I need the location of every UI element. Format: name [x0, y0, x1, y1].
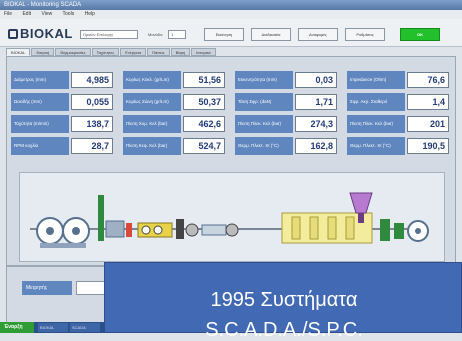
- menu-bar: File Edit View Tools Help: [0, 10, 462, 19]
- logo-mark-icon: [8, 29, 18, 39]
- reading-melt-pressure: Πίεση Χυμ. Κελ (bar) 462,6: [123, 115, 229, 133]
- menu-item-tools[interactable]: Tools: [63, 11, 75, 17]
- reading-value: 190,5: [407, 138, 449, 154]
- reading-label: RPM κοχλία: [11, 137, 69, 155]
- reading-eccentricity: Εκκεντρότητα (mm) 0,03: [235, 71, 341, 89]
- reading-label: Ταχύτητα (m/min): [11, 115, 69, 133]
- reports-button[interactable]: Αναφορές: [298, 28, 338, 41]
- tab-input[interactable]: Εισροή: [31, 48, 55, 56]
- reading-speed: Ταχύτητα (m/min) 138,7: [11, 115, 117, 133]
- reading-label: Πίεση Κεφ. Κελ (bar): [123, 137, 181, 155]
- reading-label: Θερμ. Πλεκτ. ΧΙ (°C): [235, 137, 293, 155]
- tab-pressures[interactable]: Πιέσεις: [146, 48, 170, 56]
- reading-value: 50,37: [183, 94, 225, 110]
- tab-temperatures[interactable]: Θερμοκρασίες: [55, 48, 91, 56]
- takeup-icon: [380, 219, 429, 242]
- menu-item-file[interactable]: File: [4, 11, 12, 17]
- reading-main-cycle: Κυρίως Κύκλ. (gr/Lm) 51,56: [123, 71, 229, 89]
- reading-head-pressure: Πίεση Κεφ. Κελ (bar) 524,7: [123, 137, 229, 155]
- reading-value: 462,6: [183, 116, 225, 132]
- app-logo: BIOKAL: [8, 26, 73, 41]
- tab-biokal[interactable]: BIOKAL: [6, 48, 31, 56]
- capstan-icon: [137, 222, 173, 238]
- tab-strip: BIOKAL Εισροή Θερμοκρασίες Ταχύτητες Ενέργει…: [6, 48, 217, 56]
- reading-ovality: Ωοειδής (mm) 0,055: [11, 93, 117, 111]
- caption-overlay: 1995 Συστήματα S.C.A.D.A./S.P.C.: [104, 262, 462, 341]
- reading-braid-pressure: Πίεση Πλεκ. Κελ (bar) 274,3: [235, 115, 341, 133]
- window-titlebar: BIOKAL - Monitoring SCADA: [0, 0, 462, 10]
- reading-label: Διάμετρος (mm): [11, 71, 69, 89]
- reading-value: 201: [407, 116, 449, 132]
- reading-braid-temp: Θερμ. Πλεκτ. ΧΙ (°C) 162,8: [235, 137, 341, 155]
- caption-line-1: 1995 Συστήματα: [210, 289, 358, 311]
- tab-speeds[interactable]: Ταχύτητες: [91, 48, 120, 56]
- reading-label: Σφρ. Ακρ. Σταθερό: [347, 93, 405, 111]
- reading-label: Εκκεντρότητα (mm): [235, 71, 293, 89]
- reading-value: 138,7: [71, 116, 113, 132]
- reading-braid-temp-2: Θερμ. Πλεκτ. ΧΙ (°C) 190,5: [347, 137, 453, 155]
- reading-label: Τάση Σφρ. (daN): [235, 93, 293, 111]
- taskbar-item[interactable]: SCADA: [70, 323, 100, 332]
- caption-line-2: S.C.A.D.A./S.P.C.: [205, 319, 363, 341]
- counter-field[interactable]: [76, 281, 106, 295]
- reading-label: Πίεση Πλεκ. Κελ (bar): [347, 115, 405, 133]
- reading-label: Πίεση Πλεκ. Κελ (bar): [235, 115, 293, 133]
- reading-impedance: Impedance (Ohm) 76,6: [347, 71, 453, 89]
- reading-tension: Τάση Σφρ. (daN) 1,71: [235, 93, 341, 111]
- payoff-reels-icon: [36, 217, 90, 248]
- tab-energy[interactable]: Ενέργεια: [120, 48, 146, 56]
- start-button[interactable]: Εκκίνηση: [204, 28, 244, 41]
- taskbar-item[interactable]: BIOKAL: [38, 323, 68, 332]
- menu-item-view[interactable]: View: [41, 11, 52, 17]
- reading-value: 274,3: [295, 116, 337, 132]
- reading-value: 0,055: [71, 94, 113, 110]
- main-panel: Διάμετρος (mm) 4,985 Ωοειδής (mm) 0,055 Τα…: [6, 56, 456, 266]
- accumulator-icon: [98, 195, 132, 241]
- reading-label: Ωοειδής (mm): [11, 93, 69, 111]
- reading-value: 28,7: [71, 138, 113, 154]
- reading-label: Impedance (Ohm): [347, 71, 405, 89]
- reading-value: 524,7: [183, 138, 225, 154]
- unit-select[interactable]: 1: [168, 30, 186, 39]
- reading-main-zone: Κυρίως Ζώνη (gr/Lm) 50,37: [123, 93, 229, 111]
- tab-weights[interactable]: Βάρη: [170, 48, 191, 56]
- reading-value: 4,985: [71, 72, 113, 88]
- reading-value: 162,8: [295, 138, 337, 154]
- menu-item-edit[interactable]: Edit: [22, 11, 31, 17]
- reading-value: 1,71: [295, 94, 337, 110]
- reading-value: 76,6: [407, 72, 449, 88]
- reading-label: Πίεση Χυμ. Κελ (bar): [123, 115, 181, 133]
- process-button[interactable]: Διαδικασία: [251, 28, 291, 41]
- reading-value: 0,03: [295, 72, 337, 88]
- reading-end-constant: Σφρ. Ακρ. Σταθερό 1,4: [347, 93, 453, 111]
- menu-item-help[interactable]: Help: [85, 11, 95, 17]
- production-line-svg: [30, 192, 429, 248]
- start-menu-button[interactable]: Έναρξη: [0, 322, 34, 333]
- header-toolbar: BIOKAL Προϊόν Επιλογής Μονάδα 1 Εκκίνηση…: [0, 19, 462, 47]
- readings-grid: Διάμετρος (mm) 4,985 Ωοειδής (mm) 0,055 Τα…: [11, 71, 453, 175]
- reading-value: 1,4: [407, 94, 449, 110]
- process-diagram: [19, 172, 445, 262]
- reading-label: Κυρίως Ζώνη (gr/Lm): [123, 93, 181, 111]
- counter-label: Μετρητής: [22, 281, 72, 295]
- reading-diameter: Διάμετρος (mm) 4,985: [11, 71, 117, 89]
- reading-rpm: RPM κοχλία 28,7: [11, 137, 117, 155]
- unit-label: Μονάδα: [148, 32, 163, 37]
- settings-button[interactable]: Ρυθμίσεις: [345, 28, 385, 41]
- reading-braid-pressure-2: Πίεση Πλεκ. Κελ (bar) 201: [347, 115, 453, 133]
- reading-value: 51,56: [183, 72, 225, 88]
- tab-history[interactable]: Ιστορικό: [191, 48, 216, 56]
- reading-label: Θερμ. Πλεκτ. ΧΙ (°C): [347, 137, 405, 155]
- product-select[interactable]: Προϊόν Επιλογής: [80, 30, 138, 39]
- ok-button[interactable]: OK: [400, 28, 440, 41]
- reading-label: Κυρίως Κύκλ. (gr/Lm): [123, 71, 181, 89]
